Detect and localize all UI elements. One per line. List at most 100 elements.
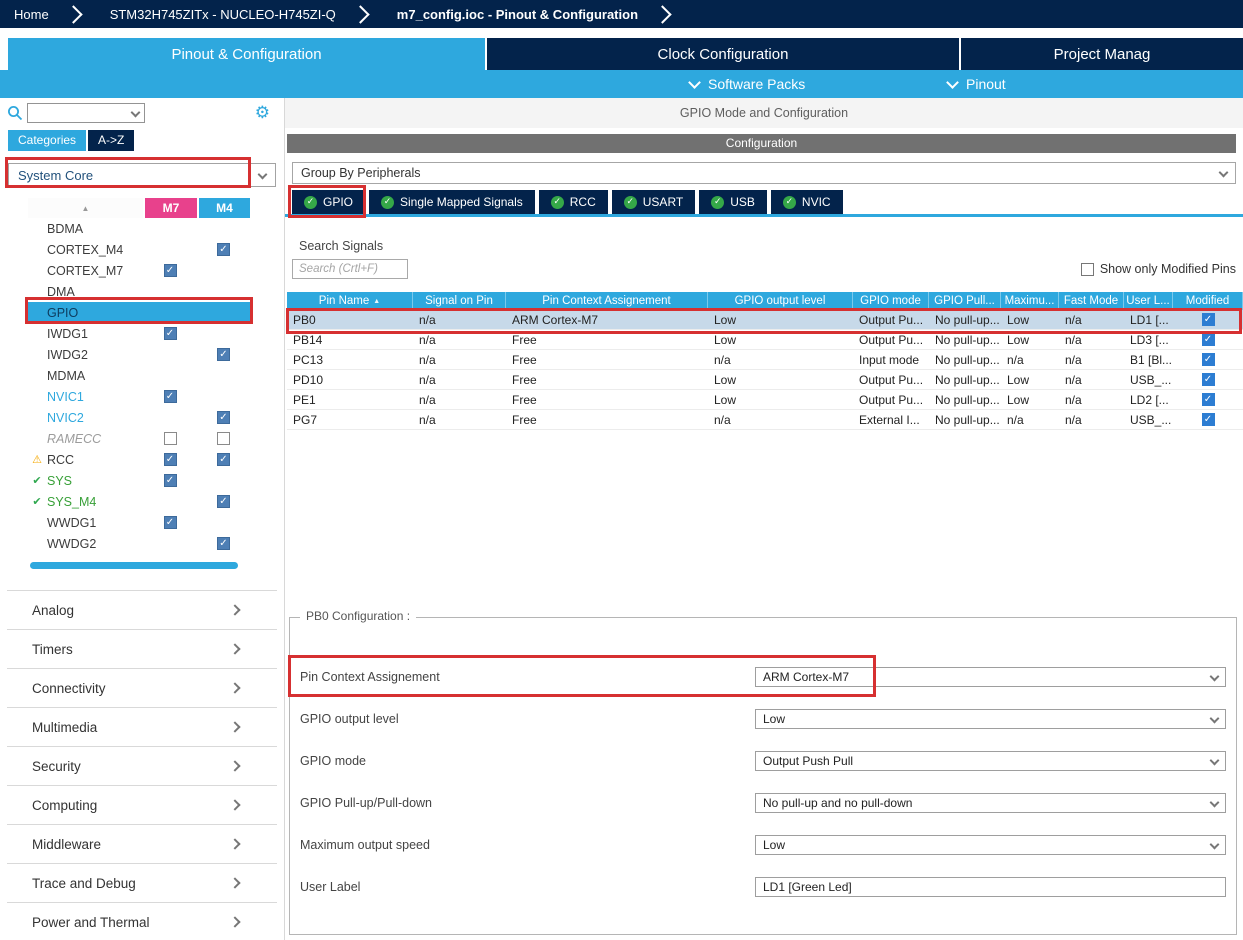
tab-clock-configuration[interactable]: Clock Configuration (487, 38, 959, 70)
m7-checkbox[interactable] (164, 264, 177, 277)
m4-checkbox[interactable] (217, 348, 230, 361)
modified-checkbox[interactable] (1202, 373, 1215, 386)
sidebar-item-analog[interactable]: Analog (7, 590, 277, 629)
core-row-nvic1[interactable]: NVIC1 (28, 386, 250, 407)
core-row-iwdg1[interactable]: IWDG1 (28, 323, 250, 344)
core-row-mdma[interactable]: MDMA (28, 365, 250, 386)
m4-checkbox[interactable] (217, 432, 230, 445)
column-header-max-speed[interactable]: Maximu... (1001, 292, 1059, 310)
peripheral-tab-rcc[interactable]: RCC (539, 190, 608, 214)
core-row-dma[interactable]: DMA (28, 281, 250, 302)
column-header-m4[interactable]: M4 (197, 198, 250, 218)
core-row-sys[interactable]: SYS (28, 470, 250, 491)
tab-a-to-z[interactable]: A->Z (88, 130, 134, 151)
peripheral-name: BDMA (47, 222, 83, 236)
peripheral-tab-usb[interactable]: USB (699, 190, 767, 214)
column-header-user-label[interactable]: User L... (1124, 292, 1173, 310)
column-header-gpio-pull[interactable]: GPIO Pull... (929, 292, 1001, 310)
pinout-menu[interactable]: Pinout (948, 70, 1006, 98)
breadcrumb-board[interactable]: STM32H745ZITx - NUCLEO-H745ZI-Q (96, 7, 346, 22)
pin-row-pb14[interactable]: PB14 n/a Free Low Output Pu... No pull-u… (287, 330, 1243, 350)
software-packs-menu[interactable]: Software Packs (690, 70, 805, 98)
show-modified-checkbox[interactable] (1081, 263, 1094, 276)
modified-checkbox[interactable] (1202, 353, 1215, 366)
gpio-mode-select[interactable]: Output Push Pull (755, 751, 1226, 771)
core-row-nvic2[interactable]: NVIC2 (28, 407, 250, 428)
m7-checkbox[interactable] (164, 327, 177, 340)
pin-row-pg7[interactable]: PG7 n/a Free n/a External I... No pull-u… (287, 410, 1243, 430)
peripheral-filter-combobox[interactable] (27, 103, 145, 123)
pin-row-pd10[interactable]: PD10 n/a Free Low Output Pu... No pull-u… (287, 370, 1243, 390)
chevron-down-icon (1210, 839, 1220, 849)
m4-checkbox[interactable] (217, 453, 230, 466)
sidebar-item-computing[interactable]: Computing (7, 785, 277, 824)
core-row-iwdg2[interactable]: IWDG2 (28, 344, 250, 365)
modified-checkbox[interactable] (1202, 393, 1215, 406)
pin-row-pe1[interactable]: PE1 n/a Free Low Output Pu... No pull-up… (287, 390, 1243, 410)
group-by-dropdown[interactable]: Group By Peripherals (292, 162, 1236, 184)
tab-pinout-configuration[interactable]: Pinout & Configuration (8, 38, 485, 70)
horizontal-scrollbar-thumb[interactable] (30, 562, 238, 569)
column-header-gpio-mode[interactable]: GPIO mode (853, 292, 929, 310)
core-row-rcc[interactable]: RCC (28, 449, 250, 470)
core-row-gpio[interactable]: GPIO (28, 302, 250, 323)
sort-asc-icon[interactable]: ▲ (28, 198, 143, 218)
tab-categories[interactable]: Categories (8, 130, 86, 151)
pin-row-pb0[interactable]: PB0 n/a ARM Cortex-M7 Low Output Pu... N… (287, 310, 1243, 330)
gpio-output-level-select[interactable]: Low (755, 709, 1226, 729)
pin-context-select[interactable]: ARM Cortex-M7 (755, 667, 1226, 687)
m7-checkbox[interactable] (164, 453, 177, 466)
max-output-speed-select[interactable]: Low (755, 835, 1226, 855)
core-row-sys-m4[interactable]: SYS_M4 (28, 491, 250, 512)
m4-checkbox[interactable] (217, 411, 230, 424)
sidebar-item-security[interactable]: Security (7, 746, 277, 785)
gpio-pull-select[interactable]: No pull-up and no pull-down (755, 793, 1226, 813)
m7-checkbox[interactable] (164, 390, 177, 403)
m4-checkbox[interactable] (217, 537, 230, 550)
core-row-bdma[interactable]: BDMA (28, 218, 250, 239)
sidebar-item-connectivity[interactable]: Connectivity (7, 668, 277, 707)
peripherals-sidebar: ⚙ Categories A->Z System Core ▲ M7 M4 BD… (0, 98, 285, 940)
check-icon (551, 196, 564, 209)
m7-checkbox[interactable] (164, 474, 177, 487)
chevron-down-icon (1210, 713, 1220, 723)
chevron-right-icon (229, 643, 240, 654)
search-signals-input[interactable] (292, 259, 408, 279)
peripheral-tab-usart[interactable]: USART (612, 190, 695, 214)
column-header-pin-name[interactable]: Pin Name▲ (287, 292, 413, 310)
column-header-pin-context[interactable]: Pin Context Assignement (506, 292, 708, 310)
search-icon[interactable] (6, 104, 24, 122)
peripheral-tab-nvic[interactable]: NVIC (771, 190, 843, 214)
system-core-dropdown[interactable]: System Core (8, 163, 276, 187)
column-header-m7[interactable]: M7 (143, 198, 197, 218)
column-header-output-level[interactable]: GPIO output level (708, 292, 853, 310)
breadcrumb-home[interactable]: Home (0, 7, 59, 22)
gear-icon[interactable]: ⚙ (255, 105, 270, 122)
sidebar-item-middleware[interactable]: Middleware (7, 824, 277, 863)
m4-checkbox[interactable] (217, 243, 230, 256)
column-header-modified[interactable]: Modified (1173, 292, 1243, 310)
core-row-cortex-m4[interactable]: CORTEX_M4 (28, 239, 250, 260)
peripheral-tab-single-mapped-signals[interactable]: Single Mapped Signals (369, 190, 535, 214)
tab-project-manager[interactable]: Project Manag (961, 38, 1243, 70)
modified-checkbox[interactable] (1202, 313, 1215, 326)
m4-checkbox[interactable] (217, 495, 230, 508)
peripheral-tab-gpio[interactable]: GPIO (292, 190, 365, 214)
sidebar-item-timers[interactable]: Timers (7, 629, 277, 668)
pin-row-pc13[interactable]: PC13 n/a Free n/a Input mode No pull-up.… (287, 350, 1243, 370)
sidebar-item-power-and-thermal[interactable]: Power and Thermal (7, 902, 277, 940)
m7-checkbox[interactable] (164, 432, 177, 445)
sidebar-item-multimedia[interactable]: Multimedia (7, 707, 277, 746)
show-modified-toggle[interactable]: Show only Modified Pins (1081, 262, 1236, 276)
column-header-signal[interactable]: Signal on Pin (413, 292, 506, 310)
m7-checkbox[interactable] (164, 516, 177, 529)
modified-checkbox[interactable] (1202, 333, 1215, 346)
core-row-wwdg1[interactable]: WWDG1 (28, 512, 250, 533)
core-row-cortex-m7[interactable]: CORTEX_M7 (28, 260, 250, 281)
core-row-wwdg2[interactable]: WWDG2 (28, 533, 250, 554)
column-header-fast-mode[interactable]: Fast Mode (1059, 292, 1124, 310)
sidebar-item-trace-and-debug[interactable]: Trace and Debug (7, 863, 277, 902)
core-row-ramecc[interactable]: RAMECC (28, 428, 250, 449)
modified-checkbox[interactable] (1202, 413, 1215, 426)
user-label-input[interactable]: LD1 [Green Led] (755, 877, 1226, 897)
